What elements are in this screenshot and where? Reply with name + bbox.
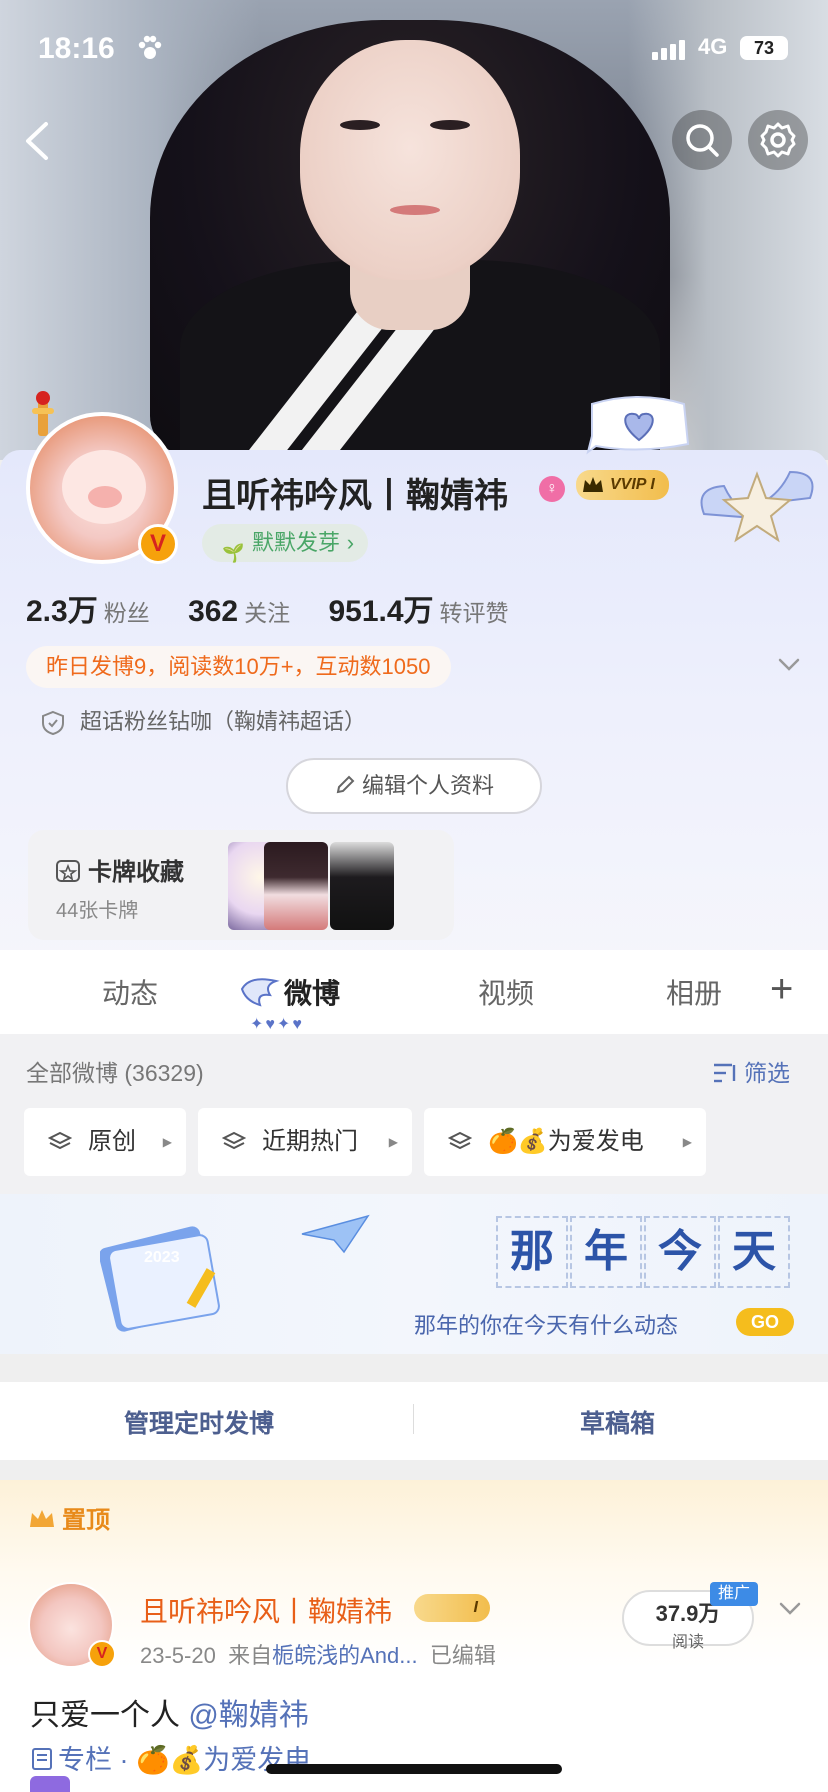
profile-tabs: 动态 微博 视频 相册 + ✦♥✦♥ [0,950,828,1034]
verified-badge-icon: V [88,1640,116,1668]
chevron-left-icon [26,122,48,160]
calendar-icon: 2023 [98,1222,230,1332]
layers-icon [222,1131,246,1150]
edit-profile-button[interactable]: 编辑个人资料 [286,758,542,814]
search-icon [686,124,719,157]
filter-button[interactable]: 筛选 [712,1054,790,1088]
scheduled-posts-button[interactable]: 管理定时发博 [124,1404,274,1440]
chevron-down-icon[interactable] [774,650,804,680]
chevron-down-icon[interactable] [776,1594,804,1622]
battery-indicator: 73 [740,36,788,60]
pencil-icon [336,775,355,794]
heart-bubble-icon[interactable] [584,394,694,458]
vip-badge[interactable]: I [414,1594,490,1622]
status-bar: 18:16 4G 73 [0,28,828,68]
on-this-day-banner[interactable]: 2023 那 年 今 天 那年的你在今天有什么动态 GO [0,1194,828,1354]
sprout-icon: 🌱 [222,543,245,563]
tab-activity[interactable]: 动态 [102,972,158,1012]
vip-crown-icon [583,477,603,492]
star-wings-badge-icon[interactable] [694,458,820,554]
filter-chip-hot[interactable]: 近期热门 ▶ [198,1108,412,1176]
post-source-link[interactable]: 栀皖浅的And... [272,1643,417,1668]
followers-stat[interactable]: 2.3万 粉丝 [26,586,150,630]
following-stat[interactable]: 362 关注 [188,594,290,629]
status-time: 18:16 [38,32,115,65]
post-text: 只爱一个人 @鞠婧祎 [30,1699,309,1732]
paper-plane-icon [300,1214,370,1254]
tab-decoration-icon: ✦♥✦♥ [250,1016,304,1033]
go-button[interactable]: GO [736,1308,794,1336]
female-icon: ♀ [539,476,565,502]
paw-icon [136,34,164,69]
mention-link[interactable]: @鞠婧祎 [188,1699,308,1732]
filter-chip-donation[interactable]: 🍊💰为爱发电 ▶ [424,1108,706,1176]
banner-subtitle: 那年的你在今天有什么动态 [414,1314,679,1339]
filter-icon [714,1063,736,1083]
manage-row: 管理定时发博 草稿箱 [0,1382,828,1460]
verified-badge-icon: V [138,524,178,564]
all-posts-count: 全部微博 (36329) [26,1060,204,1086]
promote-tag[interactable]: 推广 [710,1582,759,1606]
column-icon [32,1748,52,1770]
svg-text:2023: 2023 [144,1249,180,1266]
network-type: 4G [698,34,728,59]
gear-icon [760,122,796,158]
post-meta: 23-5-20 来自栀皖浅的And... 已编辑 [140,1643,496,1668]
card-thumbnail[interactable] [330,842,394,930]
card-collection[interactable]: 卡牌收藏 44张卡牌 [28,830,454,940]
shield-icon [42,711,64,736]
superchat-fan-level[interactable]: 超话粉丝钻咖（鞠婧祎超话） [40,704,366,736]
profile-stats: 2.3万 粉丝 362 关注 951.4万 转评赞 [26,586,539,630]
sprout-status-button[interactable]: 🌱 默默发芽 › [202,524,369,563]
add-tab-icon[interactable]: + [770,969,793,1009]
avatar[interactable]: V [26,412,178,564]
home-indicator [266,1764,562,1774]
settings-button[interactable] [748,110,808,170]
pinned-label: 置顶 [28,1500,110,1535]
drafts-button[interactable]: 草稿箱 [580,1404,655,1440]
profile-name: 且听祎吟风丨鞠婧祎 [202,477,508,515]
post-filter-area: 全部微博 (36329) 筛选 原创 ▶ 近期热门 ▶ 🍊💰为爱发电 ▶ [0,1034,828,1194]
daily-summary[interactable]: 昨日发博9，阅读数10万+，互动数1050 [26,646,451,688]
signal-icon [652,40,688,60]
layers-icon [448,1131,472,1150]
search-button[interactable] [672,110,732,170]
tab-weibo[interactable]: 微博 [240,972,340,1012]
vip-badge[interactable]: VVIP I [576,470,669,500]
filter-chip-original[interactable]: 原创 ▶ [24,1108,186,1176]
engagement-stat[interactable]: 951.4万 转评赞 [328,586,508,630]
back-button[interactable] [20,118,56,164]
card-icon [56,860,80,882]
tab-video[interactable]: 视频 [478,972,534,1012]
post-author[interactable]: 且听祎吟风丨鞠婧祎 [140,1590,392,1630]
chevron-right-icon: › [346,530,355,555]
profile-cover-photo[interactable] [0,0,828,460]
card-thumbnail[interactable] [264,842,328,930]
layers-icon [48,1131,72,1150]
crown-icon [30,1510,54,1527]
tab-album[interactable]: 相册 [666,972,722,1012]
pinned-post[interactable]: 置顶 V 且听祎吟风丨鞠婧祎 I 23-5-20 来自栀皖浅的And... 已编… [0,1480,828,1792]
wing-icon [240,978,280,1007]
